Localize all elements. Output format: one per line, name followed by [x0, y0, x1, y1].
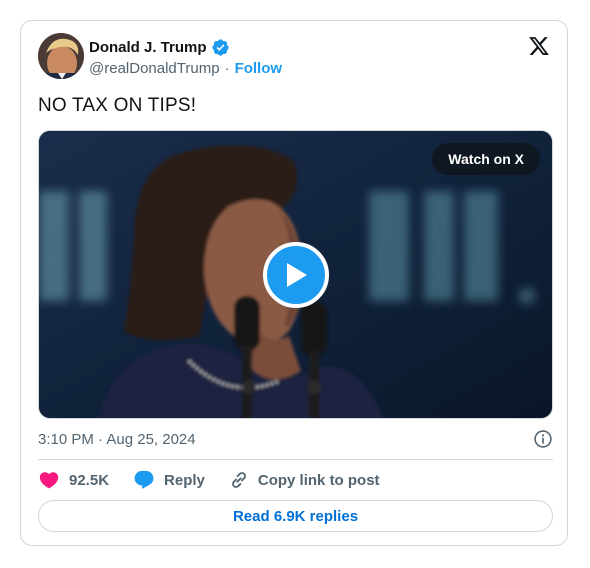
avatar-portrait	[38, 33, 84, 79]
separator-dot: ·	[224, 60, 230, 77]
copy-link-button[interactable]: Copy link to post	[229, 470, 380, 490]
embedded-post-card: Donald J. Trump @realDonaldTrump · Follo…	[20, 20, 568, 546]
timestamp-row: 3:10 PM · Aug 25, 2024	[38, 429, 553, 449]
reply-bubble-icon	[134, 470, 154, 489]
reply-label: Reply	[164, 471, 205, 489]
info-icon[interactable]	[533, 429, 553, 449]
link-icon	[232, 472, 246, 488]
author-name-row: Donald J. Trump	[89, 38, 230, 57]
verified-badge-icon	[211, 39, 229, 56]
play-button[interactable]	[263, 242, 329, 308]
read-replies-button[interactable]: Read 6.9K replies	[38, 500, 553, 532]
like-button[interactable]: 92.5K	[38, 469, 109, 491]
watch-on-x-button[interactable]: Watch on X	[432, 143, 540, 175]
play-icon	[287, 263, 307, 287]
post-timestamp[interactable]: 3:10 PM · Aug 25, 2024	[38, 431, 196, 448]
like-count: 92.5K	[69, 471, 110, 489]
author-handle[interactable]: @realDonaldTrump	[89, 60, 220, 77]
reply-button[interactable]: Reply	[133, 469, 205, 491]
author-avatar[interactable]	[38, 33, 84, 79]
copy-link-label: Copy link to post	[257, 471, 380, 489]
author-name[interactable]: Donald J. Trump	[89, 39, 207, 56]
x-logo-icon[interactable]	[528, 35, 550, 57]
divider	[38, 459, 553, 460]
post-text: NO TAX ON TIPS!	[38, 95, 197, 116]
video-player[interactable]: Watch on X	[38, 130, 553, 419]
post-actions: 92.5K Reply Copy link to post	[38, 469, 404, 491]
author-handle-row: @realDonaldTrump · Follow	[89, 60, 282, 77]
heart-icon	[39, 472, 59, 489]
follow-button[interactable]: Follow	[235, 60, 283, 77]
